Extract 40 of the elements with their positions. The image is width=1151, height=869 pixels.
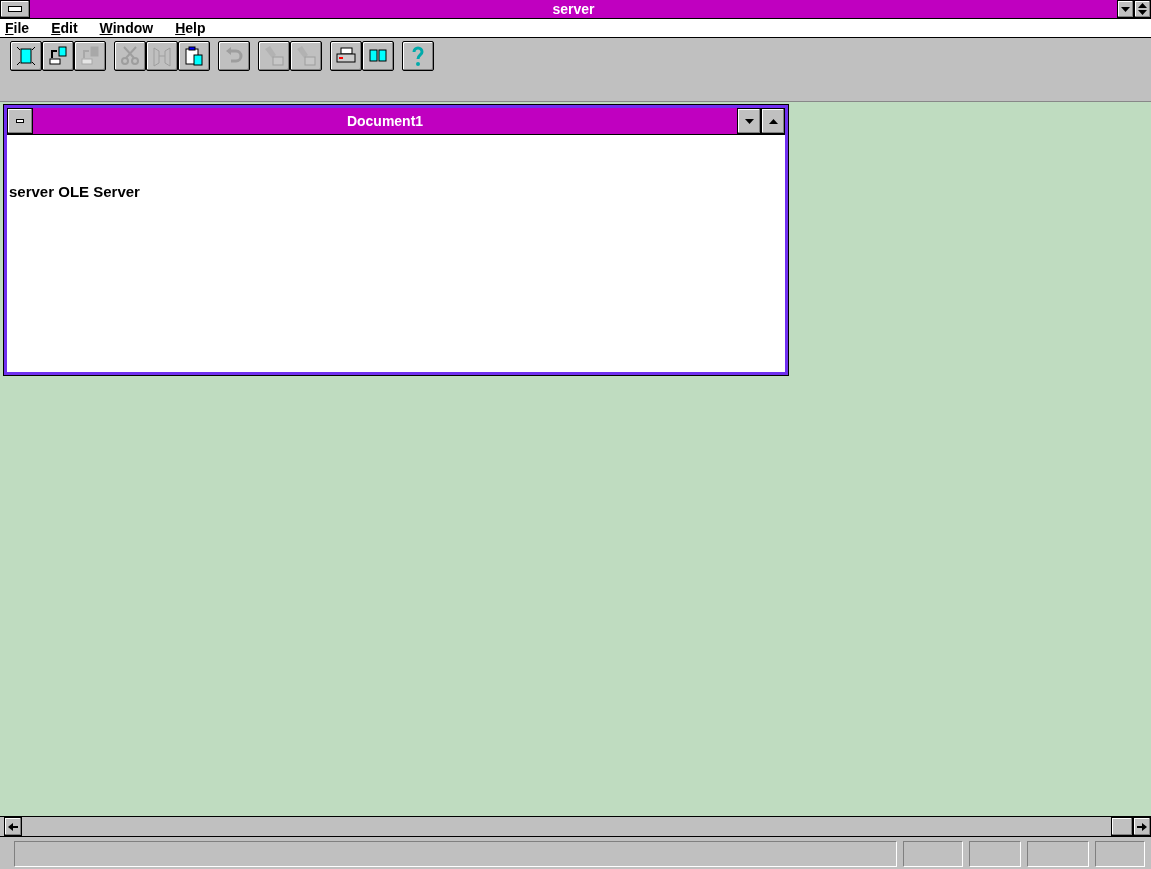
left-arrow-icon: [8, 822, 18, 831]
open-button[interactable]: [42, 41, 74, 71]
down-triangle-icon: [1121, 6, 1130, 12]
page-arrow-icon: [79, 45, 101, 67]
preview-button[interactable]: [362, 41, 394, 71]
maximize-button[interactable]: [761, 108, 785, 134]
system-menu-button[interactable]: [7, 108, 33, 134]
status-pane: [903, 841, 963, 867]
window-title: server: [551, 0, 596, 18]
status-pane: [1095, 841, 1145, 867]
menu-item[interactable]: Window: [99, 20, 154, 36]
new-button[interactable]: [10, 41, 42, 71]
page-arrow-icon: [47, 45, 69, 67]
horizontal-scrollbar[interactable]: [0, 816, 1151, 837]
print-button[interactable]: [330, 41, 362, 71]
menu-item[interactable]: Help: [175, 20, 206, 36]
scroll-right-button[interactable]: [1133, 817, 1151, 836]
document-text: server OLE Server: [9, 183, 140, 200]
paste-button[interactable]: [178, 41, 210, 71]
document-title: Document1: [345, 112, 425, 131]
scroll-thumb[interactable]: [1111, 817, 1133, 836]
minimize-button[interactable]: [1117, 0, 1134, 18]
status-pane: [969, 841, 1021, 867]
minimize-button[interactable]: [737, 108, 761, 134]
scroll-left-button[interactable]: [4, 817, 22, 836]
restore-button[interactable]: [1134, 0, 1151, 18]
up-down-arrow-icon: [1138, 3, 1147, 15]
menu-item[interactable]: File: [5, 20, 30, 36]
menu-icon: [8, 6, 22, 12]
down-triangle-icon: [744, 118, 754, 124]
clipboard-icon: [183, 45, 205, 67]
help-button[interactable]: [402, 41, 434, 71]
scissors-icon: [119, 45, 141, 67]
system-menu-button[interactable]: [0, 0, 30, 18]
status-pane: [1027, 841, 1089, 867]
right-arrow-icon: [1137, 822, 1147, 831]
page-icon: [15, 45, 37, 67]
menu-icon: [16, 119, 24, 123]
up-triangle-icon: [768, 118, 778, 124]
menu-item[interactable]: Edit: [51, 20, 78, 36]
